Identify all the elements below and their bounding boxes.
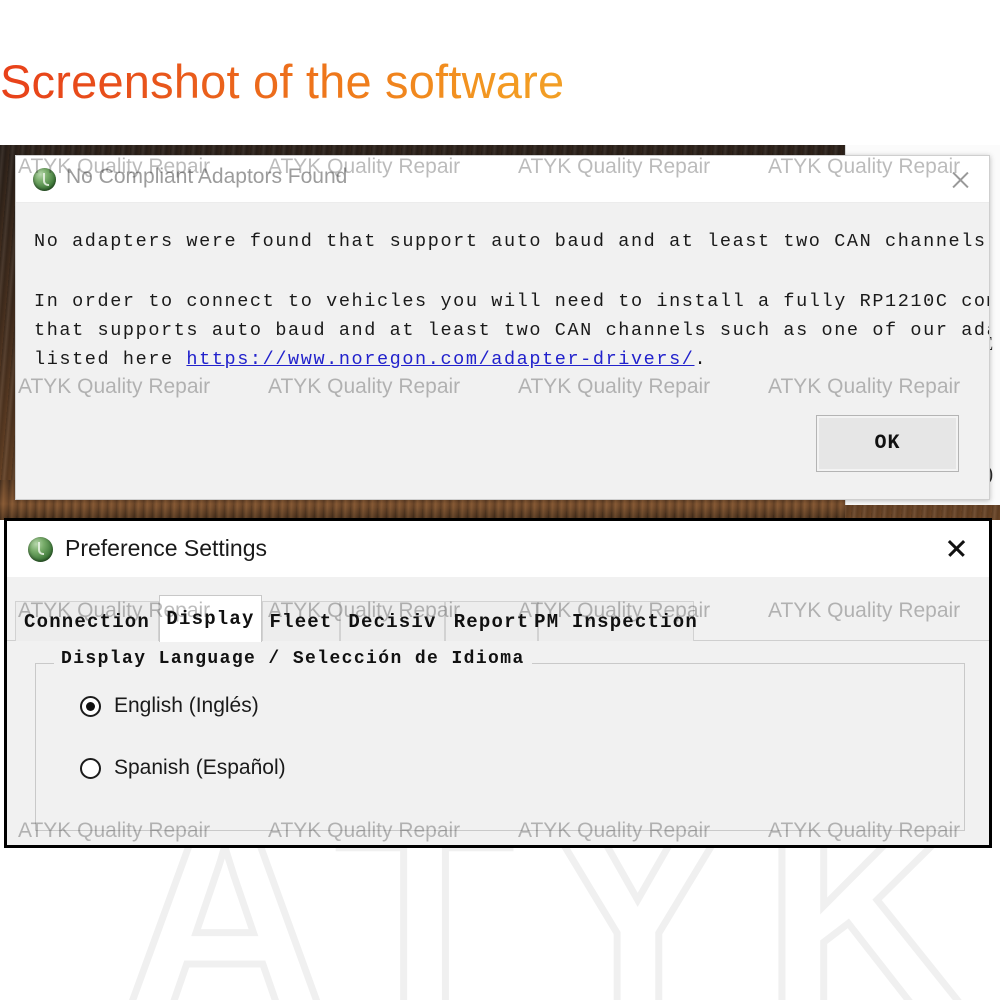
radio-english-label: English (Inglés) (114, 694, 259, 717)
message-line-3: that supports auto baud and at least two… (34, 320, 990, 341)
link-prefix-text: listed here (34, 349, 187, 370)
dialog-body: Connection Display Fleet Decisiv Report … (7, 577, 989, 845)
radio-spanish-label: Spanish (Español) (114, 756, 286, 779)
dialog-body: No adapters were found that support auto… (16, 203, 990, 499)
tab-pm-inspection[interactable]: PM Inspection (534, 601, 697, 641)
message-line-2: In order to connect to vehicles you will… (34, 291, 990, 312)
tab-connection[interactable]: Connection (15, 601, 159, 641)
app-logo-icon (28, 537, 53, 562)
preference-settings-dialog: Preference Settings Connection Display F… (4, 518, 992, 848)
link-suffix-text: . (694, 349, 708, 370)
tab-fleet[interactable]: Fleet (262, 601, 340, 641)
message-line-4: listed here https://www.noregon.com/adap… (34, 345, 989, 374)
dialog-title: No Compliant Adaptors Found (66, 165, 348, 188)
tab-report[interactable]: Report (445, 601, 538, 641)
display-language-legend: Display Language / Selección de Idioma (54, 649, 532, 669)
dialog-title: Preference Settings (65, 535, 268, 561)
tab-strip: Connection Display Fleet Decisiv Report … (7, 595, 989, 642)
tab-decisiv[interactable]: Decisiv (340, 601, 445, 641)
radio-indicator-icon (80, 757, 101, 779)
radio-spanish[interactable]: Spanish (Español) (80, 756, 286, 780)
message-paragraph-2: In order to connect to vehicles you will… (34, 287, 990, 374)
dialog-titlebar: No Compliant Adaptors Found (16, 156, 989, 203)
dialog-titlebar: Preference Settings (7, 521, 989, 577)
adapter-drivers-link[interactable]: https://www.noregon.com/adapter-drivers/ (186, 349, 694, 370)
radio-english[interactable]: English (Inglés) (80, 694, 259, 718)
radio-indicator-icon (80, 695, 101, 717)
no-compliant-adaptors-dialog: No Compliant Adaptors Found No adapters … (15, 155, 990, 500)
app-logo-icon (33, 168, 56, 191)
display-language-group: Display Language / Selección de Idioma E… (35, 649, 965, 831)
message-line-1: No adapters were found that support auto… (34, 231, 990, 252)
ok-button[interactable]: OK (816, 415, 959, 472)
close-icon[interactable] (945, 165, 975, 195)
close-icon[interactable] (941, 533, 971, 563)
tab-display[interactable]: Display (159, 595, 262, 642)
page-title: Screenshot of the software (0, 49, 700, 115)
